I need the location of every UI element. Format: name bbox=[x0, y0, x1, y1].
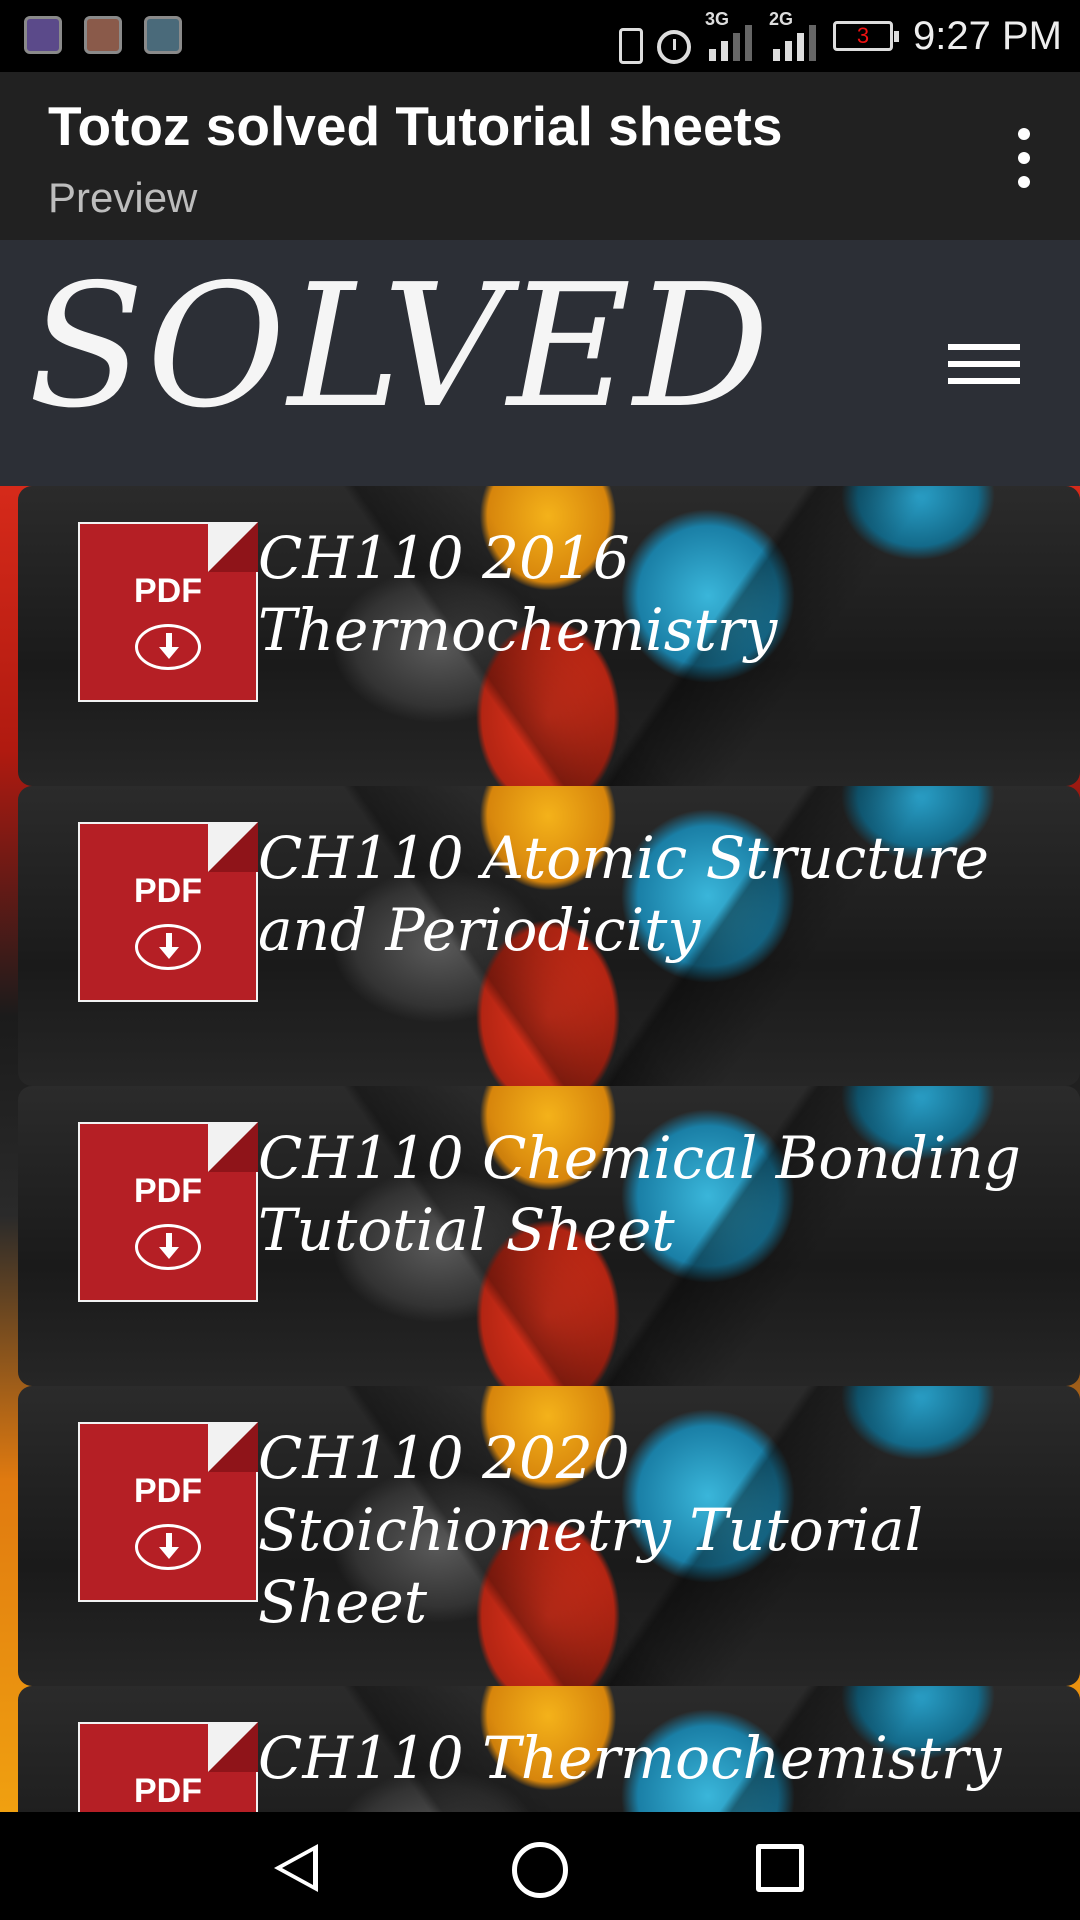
pdf-download-icon[interactable]: PDF bbox=[78, 1422, 258, 1602]
download-arrow-icon bbox=[135, 924, 201, 970]
pdf-label: PDF bbox=[134, 1172, 202, 1210]
app-bar: Totoz solved Tutorial sheets Preview bbox=[0, 72, 1080, 240]
site-logo[interactable]: SOLVED bbox=[28, 248, 772, 446]
document-title[interactable]: CH110 Thermochemistry bbox=[258, 1722, 1058, 1794]
download-arrow-icon bbox=[135, 624, 201, 670]
pdf-download-icon[interactable]: PDF bbox=[78, 822, 258, 1002]
pdf-label: PDF bbox=[134, 1772, 202, 1810]
content-area: PDF CH110 2016 Thermochemistry PDF CH110… bbox=[0, 486, 1080, 1812]
signal-3g-icon: 3G bbox=[705, 9, 755, 63]
pdf-label: PDF bbox=[134, 872, 202, 910]
navigation-bar bbox=[0, 1812, 1080, 1920]
clock: 9:27 PM bbox=[913, 13, 1062, 58]
notification-icons bbox=[24, 16, 182, 54]
battery-icon: 3 bbox=[833, 21, 900, 51]
status-bar: 3G 2G 3 9:27 PM bbox=[0, 0, 1080, 72]
back-icon[interactable] bbox=[274, 1844, 318, 1892]
document-title[interactable]: CH110 Chemical Bonding Tutotial Sheet bbox=[258, 1122, 1058, 1266]
document-card[interactable]: PDF CH110 Atomic Structure and Periodici… bbox=[18, 786, 1080, 1086]
download-arrow-icon bbox=[135, 1224, 201, 1270]
pdf-download-icon[interactable]: PDF bbox=[78, 1722, 258, 1812]
pdf-label: PDF bbox=[134, 572, 202, 610]
app-subtitle: Preview bbox=[48, 174, 198, 221]
document-list: PDF CH110 2016 Thermochemistry PDF CH110… bbox=[18, 486, 1080, 1812]
document-card[interactable]: PDF CH110 Chemical Bonding Tutotial Shee… bbox=[18, 1086, 1080, 1386]
home-icon[interactable] bbox=[512, 1842, 568, 1898]
document-title[interactable]: CH110 2020 Stoichiometry Tutorial Sheet bbox=[258, 1422, 1058, 1638]
recent-apps-icon[interactable] bbox=[756, 1844, 804, 1892]
pdf-download-icon[interactable]: PDF bbox=[78, 522, 258, 702]
site-header: SOLVED bbox=[0, 240, 1080, 486]
document-title[interactable]: CH110 Atomic Structure and Periodicity bbox=[258, 822, 1058, 966]
alarm-icon bbox=[657, 30, 692, 64]
clipboard-icon bbox=[84, 16, 122, 54]
vibrate-icon bbox=[619, 28, 644, 64]
overflow-menu-icon[interactable] bbox=[1004, 128, 1044, 188]
hamburger-menu-icon[interactable] bbox=[948, 344, 1020, 384]
document-card[interactable]: PDF CH110 2016 Thermochemistry bbox=[18, 486, 1080, 786]
pdf-label: PDF bbox=[134, 1472, 202, 1510]
gallery-icon bbox=[144, 16, 182, 54]
document-card[interactable]: PDF CH110 Thermochemistry bbox=[18, 1686, 1080, 1812]
download-arrow-icon bbox=[135, 1524, 201, 1570]
pdf-download-icon[interactable]: PDF bbox=[78, 1122, 258, 1302]
document-title[interactable]: CH110 2016 Thermochemistry bbox=[258, 522, 1058, 666]
battery-level: 3 bbox=[856, 23, 870, 48]
system-icons: 3G 2G 3 9:27 PM bbox=[619, 8, 1062, 64]
cast-icon bbox=[24, 16, 62, 54]
document-card[interactable]: PDF CH110 2020 Stoichiometry Tutorial Sh… bbox=[18, 1386, 1080, 1686]
signal-2g-icon: 2G bbox=[769, 9, 819, 63]
app-title: Totoz solved Tutorial sheets bbox=[48, 95, 783, 157]
